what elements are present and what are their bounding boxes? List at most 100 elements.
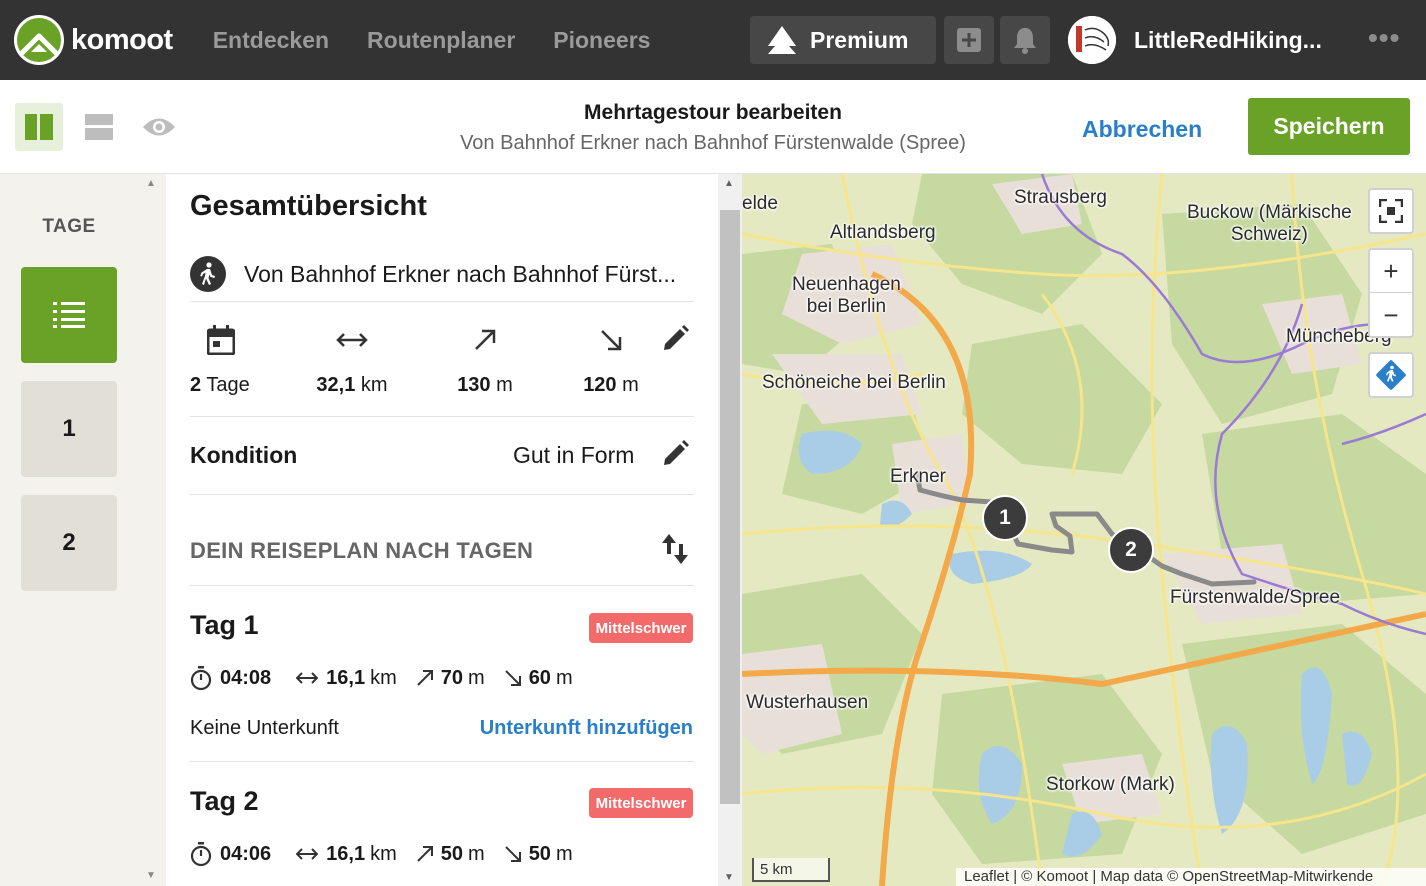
komoot-logo[interactable]: komoot xyxy=(14,15,173,65)
list-icon xyxy=(53,302,85,328)
stat-distance-unit: km xyxy=(360,374,388,396)
eye-icon xyxy=(143,118,175,136)
plus-square-icon xyxy=(957,28,981,52)
user-avatar[interactable] xyxy=(1068,16,1116,64)
split-view-button[interactable] xyxy=(15,103,63,151)
nav-pioneers[interactable]: Pioneers xyxy=(553,27,650,54)
day-tile-1[interactable]: 1 xyxy=(21,381,117,477)
save-button[interactable]: Speichern xyxy=(1248,98,1410,155)
distance-arrows-icon xyxy=(296,848,319,860)
stat-ascent: 130 m xyxy=(442,322,528,397)
day-2-ascent-unit: m xyxy=(468,842,485,865)
add-accommodation-link[interactable]: Unterkunft hinzufügen xyxy=(466,717,693,740)
days-sidebar: ▲ TAGE 1 2 ▼ xyxy=(0,174,166,886)
map-only-view-button[interactable] xyxy=(135,103,183,151)
overview-title: Gesamtübersicht xyxy=(190,190,427,222)
notifications-button[interactable] xyxy=(1000,16,1050,64)
scroll-up-arrow-icon[interactable]: ▲ xyxy=(146,178,156,189)
hiking-layer-button[interactable] xyxy=(1368,352,1414,398)
day-2-stats: 04:06 16,1 km 50 m 50 m xyxy=(190,839,593,869)
bell-icon xyxy=(1014,28,1036,54)
map-scale: 5 km xyxy=(752,858,830,882)
page-title: Mehrtagestour bearbeiten xyxy=(584,101,842,124)
reorder-arrows-icon[interactable] xyxy=(660,532,690,566)
tour-name: Von Bahnhof Erkner nach Bahnhof Fürst... xyxy=(244,260,677,287)
stopwatch-icon xyxy=(190,842,212,866)
nav-routenplaner[interactable]: Routenplaner xyxy=(367,27,515,54)
difficulty-badge: Mittelschwer xyxy=(589,788,693,818)
route-map[interactable]: elde Strausberg Buckow (Märkische Schwei… xyxy=(742,174,1426,886)
stat-ascent-value: 130 xyxy=(457,374,491,396)
panel-scrollbar[interactable]: ▲ ▼ xyxy=(718,174,742,886)
hiking-route-icon xyxy=(1376,360,1406,390)
day-1-ascent: 70 xyxy=(440,666,464,689)
nav-entdecken[interactable]: Entdecken xyxy=(213,27,329,54)
create-button[interactable] xyxy=(944,16,994,64)
divider xyxy=(190,494,694,495)
day-1-stats: 04:08 16,1 km 70 m 60 m xyxy=(190,663,593,693)
day-tile-overview[interactable] xyxy=(21,267,117,363)
day-1-title[interactable]: Tag 1 xyxy=(190,610,259,641)
day-1-ascent-unit: m xyxy=(468,666,485,689)
stat-days-value: 2 xyxy=(190,374,202,396)
day-2-map-marker[interactable]: 2 xyxy=(1108,527,1154,573)
map-tiles xyxy=(742,174,1426,886)
day-2-distance-unit: km xyxy=(370,842,397,865)
username[interactable]: LittleRedHiking... xyxy=(1134,27,1322,54)
list-view-button[interactable] xyxy=(75,103,123,151)
day-1-duration: 04:08 xyxy=(220,666,272,689)
focus-frame-icon xyxy=(1379,199,1403,223)
descent-arrow-icon xyxy=(601,330,622,351)
condition-value: Gut in Form xyxy=(513,442,635,468)
divider xyxy=(190,301,694,302)
day-2-descent-unit: m xyxy=(555,842,573,865)
accommodation-status: Keine Unterkunft xyxy=(190,717,339,739)
divider xyxy=(190,761,694,762)
top-navigation-bar: komoot Entdecken Routenplaner Pioneers P… xyxy=(0,0,1426,80)
ascent-arrow-icon xyxy=(475,329,496,350)
day-2-descent: 50 xyxy=(528,842,551,865)
logo-text: komoot xyxy=(71,23,173,56)
day-2-duration: 04:06 xyxy=(220,842,272,865)
zoom-out-button[interactable]: − xyxy=(1370,294,1412,337)
day-2-ascent: 50 xyxy=(440,842,464,865)
cancel-button[interactable]: Abbrechen xyxy=(1082,116,1202,143)
stat-distance: 32,1 km xyxy=(296,322,408,397)
stopwatch-icon xyxy=(190,666,212,690)
stacked-view-icon xyxy=(85,114,113,140)
day-1-distance: 16,1 xyxy=(326,666,366,689)
divider xyxy=(190,416,694,417)
premium-button[interactable]: Premium xyxy=(750,16,936,64)
edit-stats-pencil-icon[interactable] xyxy=(660,324,690,354)
page-subtitle: Von Bahnhof Erkner nach Bahnhof Fürstenw… xyxy=(460,132,966,154)
day-tile-2[interactable]: 2 xyxy=(21,495,117,591)
map-attribution[interactable]: Leaflet | © Komoot | Map data © OpenStre… xyxy=(956,868,1426,886)
day-1-descent-unit: m xyxy=(555,666,573,689)
descent-arrow-icon xyxy=(504,846,521,862)
stat-descent: 120 m xyxy=(568,322,654,397)
scroll-up-arrow-icon[interactable]: ▲ xyxy=(724,178,734,189)
scroll-down-arrow-icon[interactable]: ▼ xyxy=(146,870,156,881)
day-1-map-marker[interactable]: 1 xyxy=(982,495,1028,541)
premium-label: Premium xyxy=(810,26,909,53)
scrollbar-thumb[interactable] xyxy=(720,210,740,804)
day-2-distance: 16,1 xyxy=(326,842,366,865)
tour-name-row[interactable]: Von Bahnhof Erkner nach Bahnhof Fürst... xyxy=(190,246,694,302)
difficulty-badge: Mittelschwer xyxy=(589,613,693,643)
edit-condition-pencil-icon[interactable] xyxy=(660,439,690,469)
stat-descent-value: 120 xyxy=(583,374,617,396)
hiking-icon xyxy=(190,256,226,292)
day-2-title[interactable]: Tag 2 xyxy=(190,786,259,817)
scroll-down-arrow-icon[interactable]: ▼ xyxy=(724,872,734,883)
more-menu-icon[interactable]: ••• xyxy=(1368,22,1400,54)
overview-panel: Gesamtübersicht Von Bahnhof Erkner nach … xyxy=(166,174,718,886)
itinerary-section-label: DEIN REISEPLAN NACH TAGEN xyxy=(190,538,534,563)
fit-route-button[interactable] xyxy=(1368,188,1414,234)
stat-distance-value: 32,1 xyxy=(316,374,356,396)
stat-days-unit: Tage xyxy=(206,374,250,396)
stat-ascent-unit: m xyxy=(496,374,513,396)
distance-arrows-icon xyxy=(336,333,368,347)
zoom-in-button[interactable]: + xyxy=(1370,250,1412,293)
komoot-logo-icon xyxy=(14,15,64,65)
ascent-arrow-icon xyxy=(417,846,433,862)
